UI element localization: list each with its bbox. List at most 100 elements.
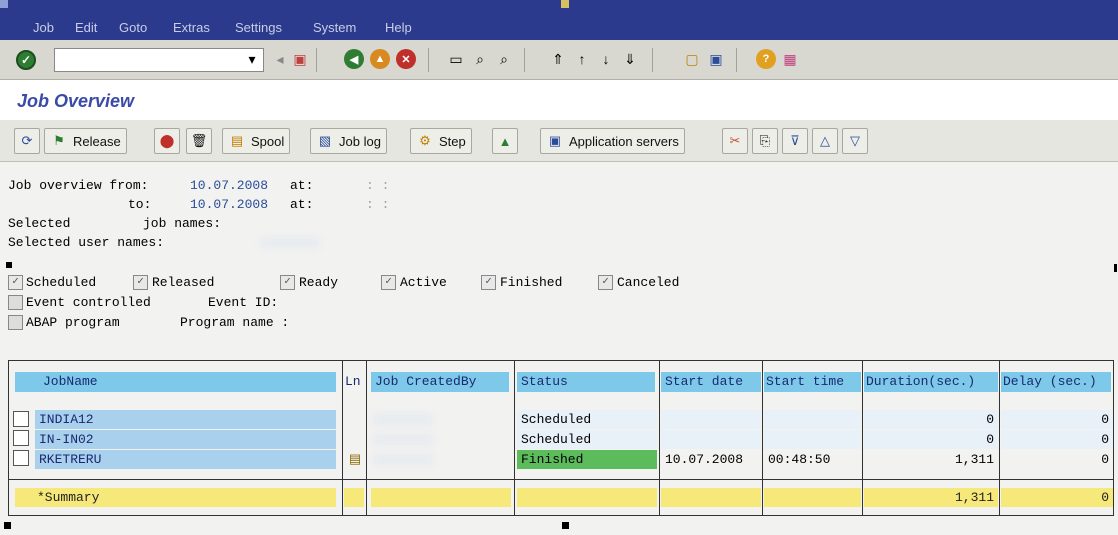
tree-button[interactable]: ▲ xyxy=(492,128,518,154)
spool-list-icon[interactable]: ▤ xyxy=(346,451,364,467)
cell-start-date xyxy=(661,430,761,449)
enter-check-icon[interactable]: ✓ xyxy=(16,50,36,70)
cell-start-time xyxy=(764,430,861,449)
last-page-icon[interactable]: ⇓ xyxy=(620,49,640,69)
header-status[interactable]: Status xyxy=(517,372,655,392)
first-page-icon[interactable]: ⇑ xyxy=(548,49,568,69)
back-arrow-icon[interactable]: ◂ xyxy=(270,49,290,69)
cell-start-date xyxy=(661,410,761,429)
back-icon[interactable]: ◀ xyxy=(344,49,364,69)
cell-duration: 0 xyxy=(864,430,998,449)
summary-createdby xyxy=(371,488,511,507)
release-label: Release xyxy=(73,133,121,149)
copy-button[interactable]: ⎘ xyxy=(752,128,778,154)
cell-status: Finished xyxy=(517,450,657,469)
job-table: JobName Ln Job CreatedBy Status Start da… xyxy=(8,360,1114,516)
released-checkbox[interactable]: ✓ xyxy=(133,275,148,290)
cell-jobname: RKETRERU xyxy=(35,450,336,469)
event-controlled-checkbox[interactable] xyxy=(8,295,23,310)
program-name-label: Program name : xyxy=(180,315,290,330)
release-button[interactable]: ⚑ Release xyxy=(44,128,127,154)
menu-system[interactable]: System xyxy=(313,20,356,35)
spool-button[interactable]: ▤ Spool xyxy=(222,128,291,154)
active-checkbox[interactable]: ✓ xyxy=(381,275,396,290)
sort-descending-button[interactable]: ▽ xyxy=(842,128,868,154)
summary-start-time xyxy=(764,488,861,507)
header-jobname[interactable]: JobName xyxy=(15,372,336,392)
summary-label: *Summary xyxy=(15,488,336,507)
canceled-checkbox[interactable]: ✓ xyxy=(598,275,613,290)
redacted-createdby xyxy=(373,413,433,426)
menu-settings[interactable]: Settings xyxy=(235,20,282,35)
redacted-createdby xyxy=(373,433,433,446)
criteria-to-at: at: xyxy=(290,197,314,212)
summary-status xyxy=(517,488,657,507)
server-icon: ▣ xyxy=(548,133,562,148)
active-label: Active xyxy=(400,275,447,290)
bottom-marker-center xyxy=(562,522,569,529)
page-title: Job Overview xyxy=(17,91,135,111)
filter-button[interactable]: ⊽ xyxy=(782,128,808,154)
create-session-icon[interactable]: ▢ xyxy=(682,49,702,69)
header-job-createdby[interactable]: Job CreatedBy xyxy=(371,372,509,392)
command-field[interactable] xyxy=(54,48,264,72)
menu-bar: Job Edit Goto Extras Settings System Hel… xyxy=(0,0,1118,40)
job-log-label: Job log xyxy=(339,133,381,149)
header-start-date[interactable]: Start date xyxy=(661,372,761,392)
ready-label: Ready xyxy=(299,275,339,290)
next-page-icon[interactable]: ↓ xyxy=(596,49,616,69)
filter-icon: ⊽ xyxy=(790,133,800,148)
refresh-button[interactable]: ⟳ xyxy=(14,128,40,154)
header-duration[interactable]: Duration(sec.) xyxy=(864,372,998,392)
shortcut-icon[interactable]: ▣ xyxy=(706,49,726,69)
job-log-button[interactable]: ▧ Job log xyxy=(310,128,387,154)
cell-duration: 1,311 xyxy=(954,452,994,467)
criteria-from-time: : : xyxy=(366,178,390,193)
exit-icon[interactable]: ▲ xyxy=(370,49,390,69)
delete-button[interactable]: 🗑 xyxy=(186,128,212,154)
menu-help[interactable]: Help xyxy=(385,20,412,35)
command-history-icon[interactable]: ▾ xyxy=(242,49,262,69)
criteria-job-names: job names: xyxy=(143,216,222,231)
refresh-icon: ⟳ xyxy=(21,133,33,148)
finished-checkbox[interactable]: ✓ xyxy=(481,275,496,290)
row-select-checkbox[interactable] xyxy=(13,450,29,466)
row-select-checkbox[interactable] xyxy=(13,411,29,427)
header-ln[interactable]: Ln xyxy=(344,372,366,392)
window-marker xyxy=(561,0,569,8)
sort-ascending-button[interactable]: △ xyxy=(812,128,838,154)
edge-marker xyxy=(1114,264,1117,272)
menu-goto[interactable]: Goto xyxy=(119,20,147,35)
header-delay[interactable]: Delay (sec.) xyxy=(1001,372,1111,392)
redacted-user-names xyxy=(260,237,320,249)
ready-checkbox[interactable]: ✓ xyxy=(280,275,295,290)
abap-program-checkbox[interactable] xyxy=(8,315,23,330)
save-icon[interactable]: ▣ xyxy=(290,49,310,69)
scissors-button[interactable]: ✂ xyxy=(722,128,748,154)
header-start-time[interactable]: Start time xyxy=(764,372,861,392)
step-button[interactable]: ⚙ Step xyxy=(410,128,472,154)
menu-extras[interactable]: Extras xyxy=(173,20,210,35)
find-next-icon[interactable]: ⌕ xyxy=(494,49,514,69)
trash-icon: 🗑 xyxy=(190,133,208,148)
cancel-icon[interactable]: ✕ xyxy=(396,49,416,69)
stop-button[interactable]: ⬤ xyxy=(154,128,180,154)
menu-edit[interactable]: Edit xyxy=(75,20,97,35)
cell-delay: 0 xyxy=(1001,430,1113,449)
scheduled-checkbox[interactable]: ✓ xyxy=(8,275,23,290)
criteria-selected: Selected xyxy=(8,216,71,231)
criteria-from-date: 10.07.2008 xyxy=(190,178,269,193)
help-icon[interactable]: ? xyxy=(756,49,776,69)
find-icon[interactable]: ⌕ xyxy=(470,49,490,69)
application-servers-button[interactable]: ▣ Application servers xyxy=(540,128,685,154)
window-corner-icon xyxy=(0,0,8,8)
menu-job[interactable]: Job xyxy=(33,20,54,35)
summary-duration: 1,311 xyxy=(864,488,998,507)
application-servers-label: Application servers xyxy=(569,133,679,149)
previous-page-icon[interactable]: ↑ xyxy=(572,49,592,69)
abap-program-label: ABAP program xyxy=(26,315,120,330)
cell-delay: 0 xyxy=(1101,452,1109,467)
layout-menu-icon[interactable]: ▦ xyxy=(780,49,800,69)
row-select-checkbox[interactable] xyxy=(13,430,29,446)
print-icon[interactable]: ▭ xyxy=(446,49,466,69)
